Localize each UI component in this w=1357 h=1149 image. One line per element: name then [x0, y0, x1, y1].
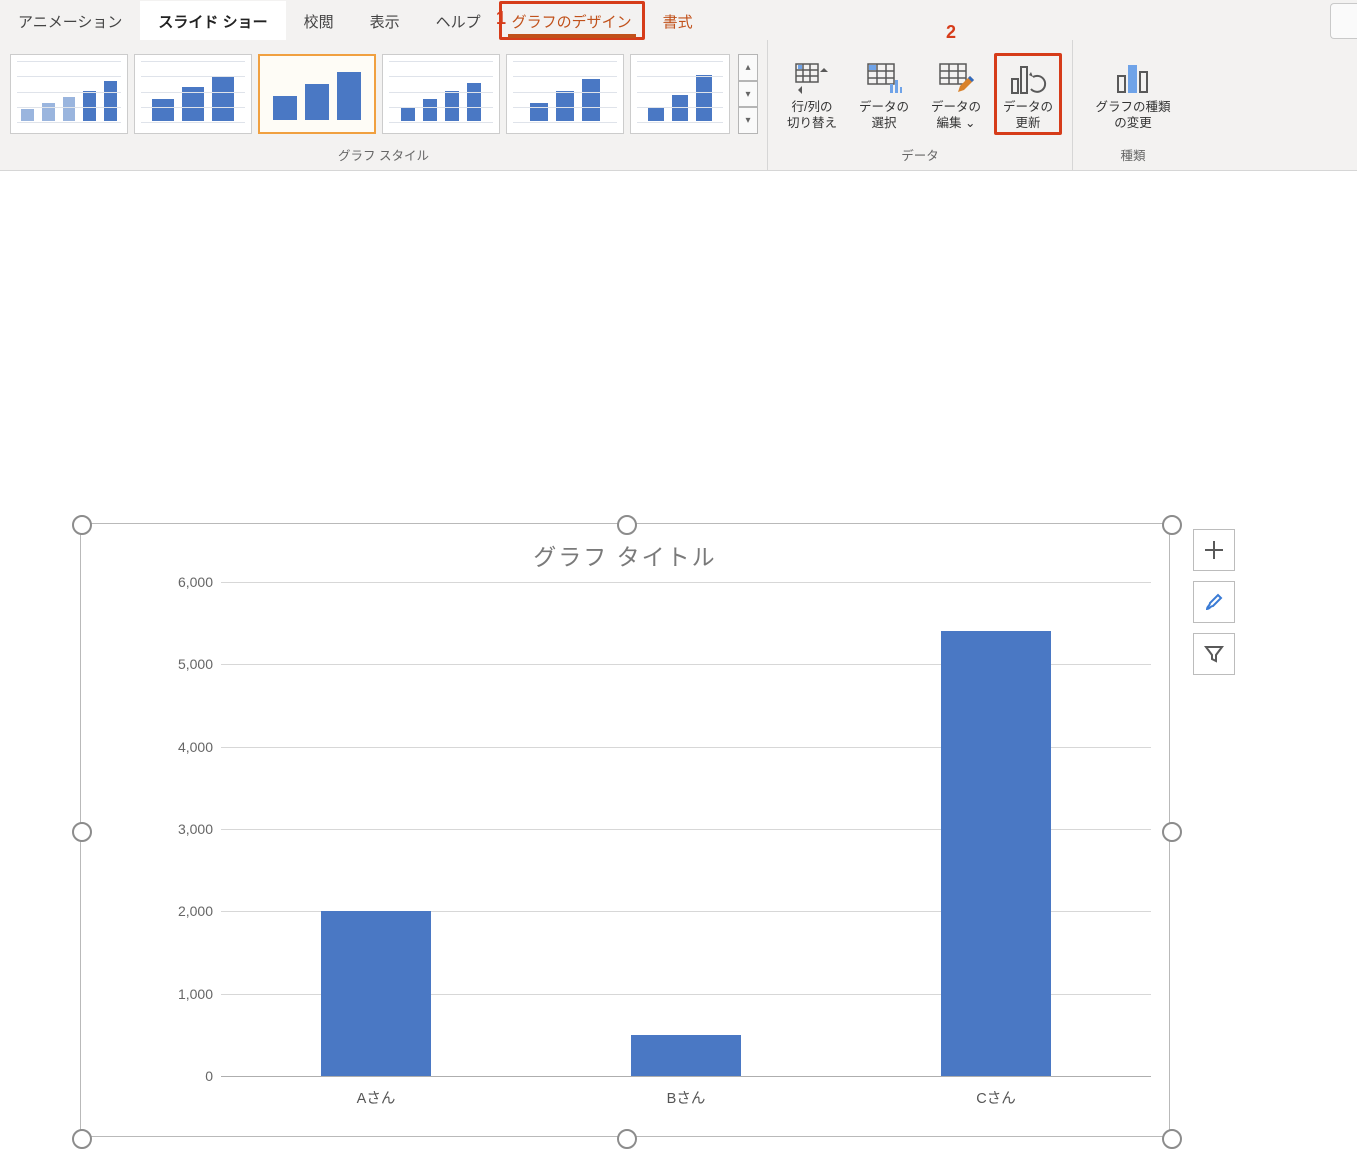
- x-axis-label: Cさん: [976, 1087, 1015, 1108]
- tab-animation[interactable]: アニメーション: [0, 1, 140, 40]
- select-data-icon: [865, 60, 903, 98]
- y-axis-label: 4,000: [141, 739, 213, 755]
- chart-plot-area[interactable]: 01,0002,0003,0004,0005,0006,000AさんBさんCさん: [141, 582, 1151, 1076]
- chart-style-6[interactable]: [630, 54, 730, 134]
- ribbon-tab-row: アニメーション スライド ショー 校閲 表示 ヘルプ 1 グラフのデザイン 書式: [0, 0, 1357, 40]
- x-axis-label: Bさん: [667, 1087, 706, 1108]
- y-axis-label: 5,000: [141, 656, 213, 672]
- handle-tl[interactable]: [72, 515, 92, 535]
- tab-format[interactable]: 書式: [645, 1, 711, 40]
- select-data-label: データの 選択: [859, 100, 909, 131]
- x-axis-label: Aさん: [357, 1087, 396, 1108]
- change-chart-type-button[interactable]: グラフの種類 の変更: [1083, 53, 1183, 134]
- y-axis-label: 6,000: [141, 574, 213, 590]
- group-label-type: 種類: [1120, 142, 1145, 168]
- group-data: 行/列の 切り替え データの 選択 データの 編集 ⌄ 2 データの 更新: [768, 40, 1073, 170]
- handle-bl[interactable]: [72, 1129, 92, 1149]
- edit-data-button[interactable]: データの 編集 ⌄: [922, 53, 990, 134]
- ribbon-separator: [0, 171, 1357, 201]
- y-axis-label: 3,000: [141, 821, 213, 837]
- chart-object[interactable]: グラフ タイトル 0 1,000 2,000 3,000 4,000 5,000 6,000…: [80, 523, 1170, 1137]
- switch-row-col-button[interactable]: 行/列の 切り替え: [778, 53, 846, 134]
- chart-elements-button[interactable]: [1193, 529, 1235, 571]
- brush-icon: [1203, 591, 1225, 613]
- chart-style-5[interactable]: [506, 54, 624, 134]
- switch-row-col-label: 行/列の 切り替え: [787, 100, 837, 131]
- tab-underline: [508, 34, 636, 38]
- gallery-scroll-more[interactable]: ▾: [738, 107, 758, 134]
- gallery-scroll-down[interactable]: ▾: [738, 81, 758, 108]
- handle-ml[interactable]: [72, 822, 92, 842]
- tab-help[interactable]: ヘルプ: [418, 1, 499, 40]
- tab-review[interactable]: 校閲: [286, 1, 352, 40]
- ribbon: ▴ ▾ ▾ グラフ スタイル 行/列の 切り替え データの 選択: [0, 40, 1357, 171]
- x-axis-baseline: [221, 1076, 1151, 1077]
- edit-data-caret: ⌄: [965, 116, 975, 130]
- chart-title[interactable]: グラフ タイトル: [81, 538, 1169, 572]
- tab-view[interactable]: 表示: [352, 1, 418, 40]
- group-chart-styles: ▴ ▾ ▾ グラフ スタイル: [0, 40, 768, 170]
- funnel-icon: [1203, 643, 1225, 665]
- switch-row-col-icon: [793, 60, 831, 98]
- tab-slideshow[interactable]: スライド ショー: [140, 1, 285, 40]
- select-data-button[interactable]: データの 選択: [850, 53, 918, 134]
- plus-icon: [1203, 539, 1225, 561]
- chart-bar[interactable]: [941, 631, 1051, 1076]
- chart-bar[interactable]: [321, 911, 431, 1076]
- chart-styles-button[interactable]: [1193, 581, 1235, 623]
- gridline: [221, 582, 1151, 583]
- chart-style-1[interactable]: [10, 54, 128, 134]
- chart-bar[interactable]: [631, 1035, 741, 1076]
- tab-chart-design[interactable]: グラフのデザイン: [499, 1, 645, 40]
- refresh-data-icon: [1009, 60, 1047, 98]
- group-label-styles: グラフ スタイル: [338, 142, 429, 168]
- handle-mr[interactable]: [1162, 822, 1182, 842]
- y-axis-label: 1,000: [141, 986, 213, 1002]
- group-label-data: データ: [901, 142, 939, 168]
- refresh-data-label: データの 更新: [1003, 100, 1053, 131]
- annotation-2: 2: [946, 22, 956, 43]
- group-type: グラフの種類 の変更 種類: [1073, 40, 1193, 170]
- handle-bm[interactable]: [617, 1129, 637, 1149]
- handle-tr[interactable]: [1162, 515, 1182, 535]
- gallery-scroll: ▴ ▾ ▾: [738, 54, 758, 134]
- change-chart-type-label: グラフの種類 の変更: [1095, 100, 1170, 131]
- handle-br[interactable]: [1162, 1129, 1182, 1149]
- gallery-scroll-up[interactable]: ▴: [738, 54, 758, 81]
- handle-tm[interactable]: [617, 515, 637, 535]
- y-axis-label: 0: [141, 1068, 213, 1084]
- change-chart-type-icon: [1114, 60, 1152, 98]
- edit-data-label: データの 編集 ⌄: [931, 100, 981, 131]
- chart-style-2[interactable]: [134, 54, 252, 134]
- chart-style-4[interactable]: [382, 54, 500, 134]
- share-button[interactable]: [1330, 3, 1357, 39]
- chart-style-gallery: ▴ ▾ ▾: [10, 54, 758, 134]
- edit-data-icon: [937, 60, 975, 98]
- refresh-data-button[interactable]: データの 更新: [994, 53, 1062, 134]
- y-axis-label: 2,000: [141, 903, 213, 919]
- chart-filter-button[interactable]: [1193, 633, 1235, 675]
- chart-style-3[interactable]: [258, 54, 376, 134]
- tab-chart-design-label: グラフのデザイン: [512, 14, 632, 31]
